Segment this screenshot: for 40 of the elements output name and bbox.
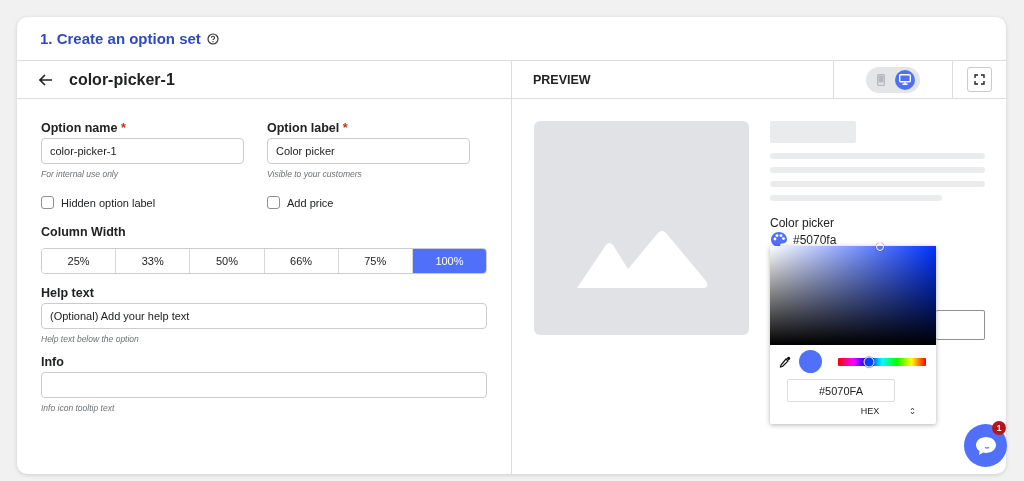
preview-title: PREVIEW — [533, 72, 592, 87]
saturation-area[interactable] — [770, 246, 936, 345]
format-label: HEX — [859, 406, 881, 416]
checkbox[interactable] — [41, 196, 54, 209]
input-field[interactable] — [41, 372, 487, 398]
required-mark: * — [342, 121, 348, 135]
checkbox-label: Hidden option label — [61, 196, 156, 209]
desktop-icon[interactable] — [895, 69, 915, 90]
section-title: 1. Create an option set — [40, 30, 201, 47]
input-field[interactable]: color-picker-1 — [41, 138, 244, 164]
checkbox[interactable] — [267, 196, 280, 209]
palette-icon[interactable] — [770, 231, 788, 248]
field-hint: For internal use only — [41, 169, 120, 179]
updown-icon[interactable] — [910, 407, 915, 415]
hue-slider[interactable] — [838, 357, 926, 366]
eyedropper-icon[interactable] — [779, 355, 791, 368]
hue-handle[interactable] — [863, 356, 875, 367]
field-label: Help text — [41, 286, 95, 302]
fullscreen-icon — [974, 74, 985, 85]
chat-icon — [974, 435, 997, 456]
checkbox-label: Add price — [287, 196, 334, 209]
field-hint: Visible to your customers — [267, 169, 363, 179]
hex-input[interactable]: #5070FA — [787, 379, 895, 402]
fullscreen-button[interactable] — [967, 67, 992, 92]
field-label: Info — [41, 355, 65, 371]
required-mark: * — [120, 121, 126, 135]
field-label: Option name * — [41, 121, 127, 137]
field-hint: Info icon tooltip text — [41, 403, 116, 413]
color-value: #5070fa — [793, 232, 837, 247]
option-label: Color picker — [770, 216, 836, 230]
input-field[interactable]: Color picker — [267, 138, 470, 164]
field-label: Column Width — [41, 225, 127, 241]
option-title: color-picker-1 — [69, 70, 175, 89]
image-placeholder-icon — [534, 121, 749, 335]
help-icon[interactable] — [206, 32, 219, 45]
back-arrow-icon[interactable] — [39, 73, 53, 86]
input-field[interactable]: (Optional) Add your help text — [41, 303, 487, 329]
width-option[interactable]: 100% — [411, 249, 486, 273]
field-label: Option label * — [267, 121, 349, 137]
field-hint: Help text below the option — [41, 334, 140, 344]
